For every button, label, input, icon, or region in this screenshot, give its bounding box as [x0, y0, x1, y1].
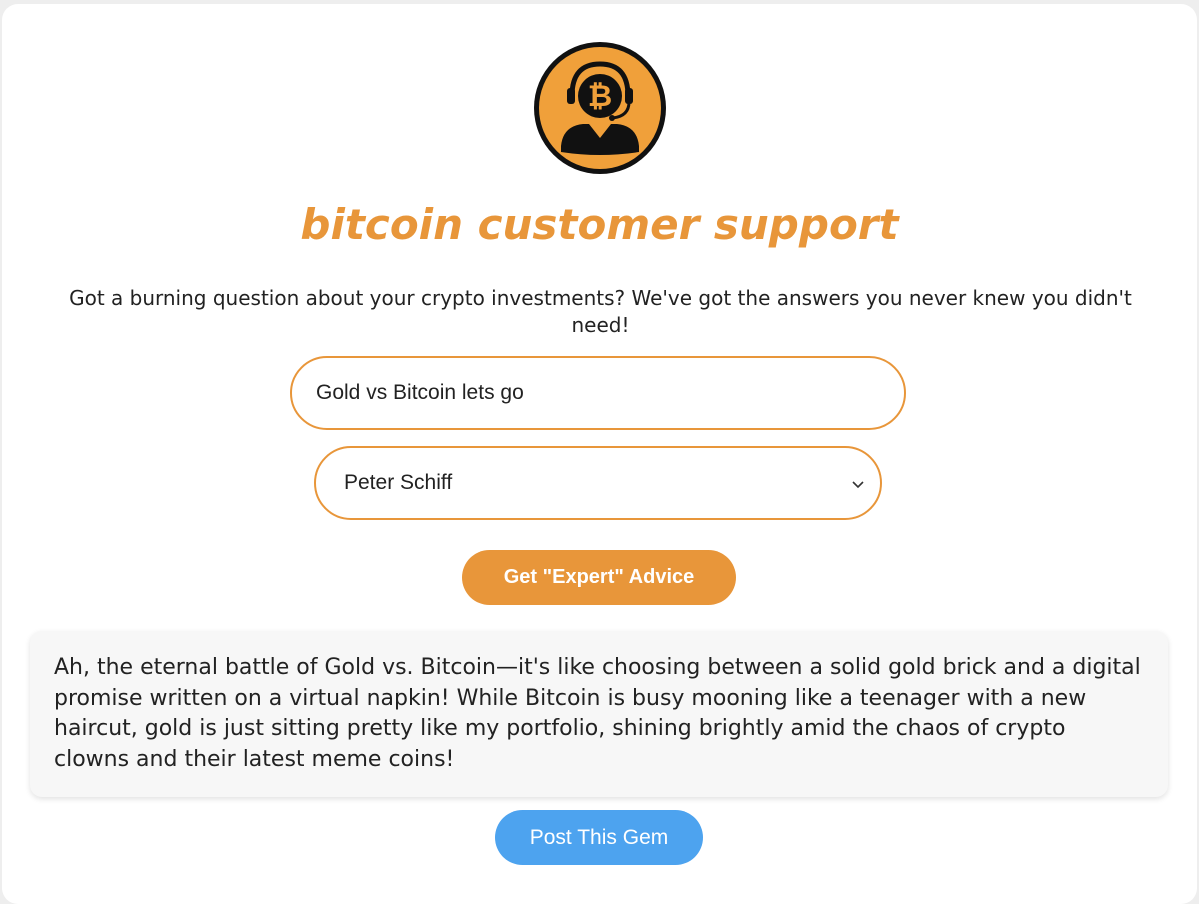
- chevron-down-icon: [852, 481, 864, 489]
- page-title: bitcoin customer support: [300, 200, 899, 249]
- bitcoin-symbol: ₿: [588, 79, 612, 114]
- response-box: Ah, the eternal battle of Gold vs. Bitco…: [30, 631, 1168, 797]
- response-text: Ah, the eternal battle of Gold vs. Bitco…: [54, 655, 1141, 772]
- post-gem-button[interactable]: Post This Gem: [495, 810, 703, 865]
- expert-select-value: Peter Schiff: [344, 471, 453, 494]
- expert-select[interactable]: Peter Schiff: [314, 446, 882, 520]
- page-subtitle: Got a burning question about your crypto…: [69, 286, 1132, 337]
- question-input[interactable]: [290, 356, 906, 430]
- get-advice-button[interactable]: Get "Expert" Advice: [462, 550, 736, 605]
- main-card: ₿ bitcoin customer support Got a burning…: [2, 4, 1197, 904]
- bitcoin-support-agent-icon: ₿: [531, 40, 669, 176]
